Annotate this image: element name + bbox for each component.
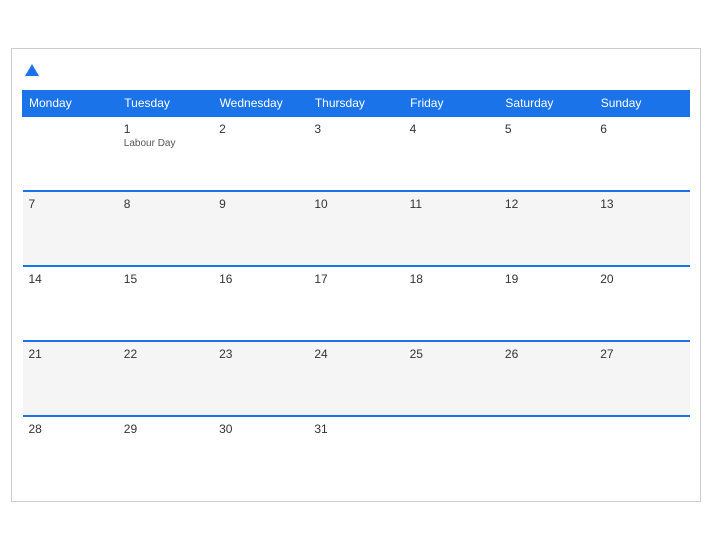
day-number: 7: [29, 197, 112, 211]
calendar-container: MondayTuesdayWednesdayThursdayFridaySatu…: [11, 48, 701, 502]
weekday-header-saturday: Saturday: [499, 91, 594, 117]
day-number: 15: [124, 272, 207, 286]
day-number: 4: [410, 122, 493, 136]
day-number: 19: [505, 272, 588, 286]
day-cell: 6: [594, 116, 689, 191]
day-cell: 9: [213, 191, 308, 266]
day-number: 17: [314, 272, 397, 286]
weekday-header-friday: Friday: [404, 91, 499, 117]
weekday-header-tuesday: Tuesday: [118, 91, 213, 117]
day-cell: 8: [118, 191, 213, 266]
day-number: 26: [505, 347, 588, 361]
day-cell: [594, 416, 689, 491]
day-number: 27: [600, 347, 683, 361]
weekday-header-monday: Monday: [23, 91, 118, 117]
day-cell: 1 Labour Day: [118, 116, 213, 191]
day-cell: 2: [213, 116, 308, 191]
day-cell: 15: [118, 266, 213, 341]
week-row-1: 1 Labour Day 23456: [23, 116, 690, 191]
day-number: 25: [410, 347, 493, 361]
day-number: 18: [410, 272, 493, 286]
week-row-4: 21 22 23 24 25 26 27: [23, 341, 690, 416]
day-cell: 3: [308, 116, 403, 191]
day-number: 11: [410, 197, 493, 211]
week-row-3: 14 15 16 17 18 19 20: [23, 266, 690, 341]
logo-triangle-icon: [25, 64, 39, 76]
day-number: 29: [124, 422, 207, 436]
day-number: 6: [600, 122, 683, 136]
day-cell: 22: [118, 341, 213, 416]
day-number: 1: [124, 122, 207, 136]
logo-blue-text: [22, 64, 39, 75]
day-number: 30: [219, 422, 302, 436]
day-number: 22: [124, 347, 207, 361]
day-number: 9: [219, 197, 302, 211]
day-cell: 24: [308, 341, 403, 416]
calendar-grid: MondayTuesdayWednesdayThursdayFridaySatu…: [22, 90, 690, 491]
day-cell: 28: [23, 416, 118, 491]
day-cell: 30: [213, 416, 308, 491]
day-number: 24: [314, 347, 397, 361]
day-cell: 16: [213, 266, 308, 341]
weekday-header-row: MondayTuesdayWednesdayThursdayFridaySatu…: [23, 91, 690, 117]
day-cell: 27: [594, 341, 689, 416]
weekday-header-thursday: Thursday: [308, 91, 403, 117]
day-cell: [23, 116, 118, 191]
day-cell: [499, 416, 594, 491]
day-cell: 19: [499, 266, 594, 341]
day-number: 5: [505, 122, 588, 136]
day-cell: 21: [23, 341, 118, 416]
week-row-5: 28 29 30 31: [23, 416, 690, 491]
day-number: 14: [29, 272, 112, 286]
day-number: 16: [219, 272, 302, 286]
day-number: 10: [314, 197, 397, 211]
day-number: 8: [124, 197, 207, 211]
day-cell: 31: [308, 416, 403, 491]
day-cell: 25: [404, 341, 499, 416]
logo: [22, 64, 39, 75]
weekday-header-wednesday: Wednesday: [213, 91, 308, 117]
calendar-header: [22, 59, 690, 80]
day-cell: 26: [499, 341, 594, 416]
day-cell: 7: [23, 191, 118, 266]
day-cell: [404, 416, 499, 491]
day-cell: 11: [404, 191, 499, 266]
day-cell: 18: [404, 266, 499, 341]
day-number: 3: [314, 122, 397, 136]
day-cell: 29: [118, 416, 213, 491]
day-number: 23: [219, 347, 302, 361]
day-cell: 13: [594, 191, 689, 266]
day-number: 12: [505, 197, 588, 211]
day-number: 13: [600, 197, 683, 211]
day-cell: 20: [594, 266, 689, 341]
day-cell: 14: [23, 266, 118, 341]
weekday-header-sunday: Sunday: [594, 91, 689, 117]
day-cell: 17: [308, 266, 403, 341]
day-cell: 5: [499, 116, 594, 191]
day-number: 2: [219, 122, 302, 136]
holiday-label: Labour Day: [124, 138, 207, 149]
week-row-2: 789 10 11 12 13: [23, 191, 690, 266]
day-number: 20: [600, 272, 683, 286]
day-number: 28: [29, 422, 112, 436]
day-cell: 10: [308, 191, 403, 266]
day-number: 21: [29, 347, 112, 361]
day-number: 31: [314, 422, 397, 436]
day-cell: 23: [213, 341, 308, 416]
day-cell: 12: [499, 191, 594, 266]
day-cell: 4: [404, 116, 499, 191]
